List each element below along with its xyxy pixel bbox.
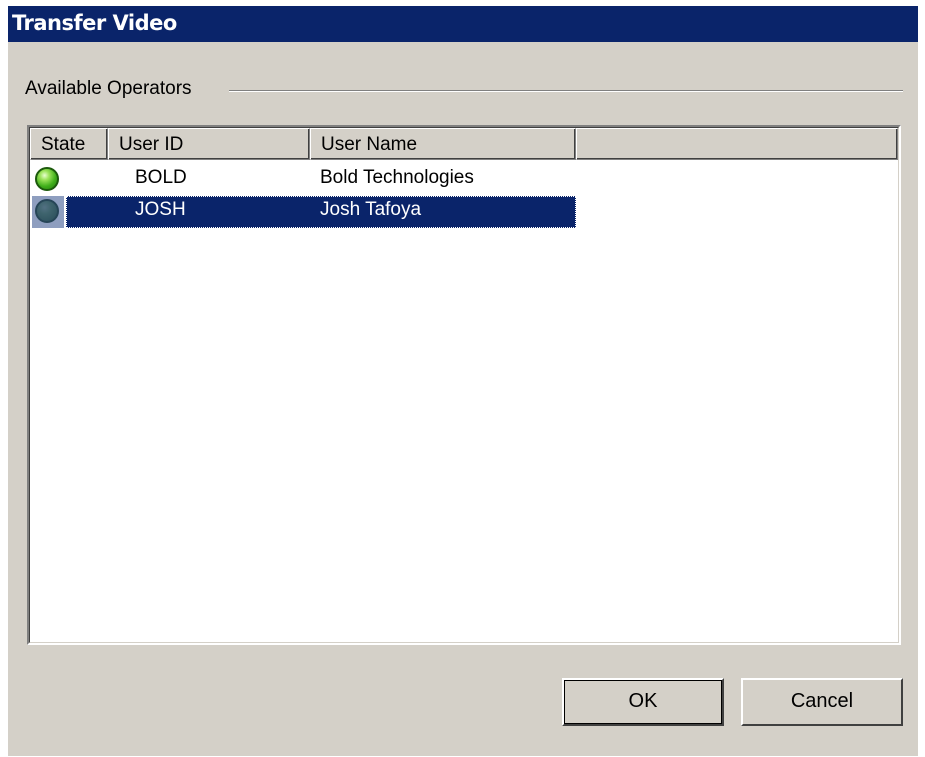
column-header-user-id[interactable]: User ID xyxy=(108,128,310,160)
icon-selection-overlay xyxy=(32,196,64,228)
column-header-state[interactable]: State xyxy=(30,128,108,160)
group-divider xyxy=(229,90,903,92)
window-title: Transfer Video xyxy=(12,11,177,35)
list-header: State User ID User Name xyxy=(30,128,898,160)
column-header-empty[interactable] xyxy=(576,128,898,160)
list-row-josh[interactable]: JOSH Josh Tafoya xyxy=(30,196,898,228)
user-id-cell: JOSH xyxy=(135,199,186,220)
available-operators-label: Available Operators xyxy=(25,78,192,99)
list-row-bold[interactable]: BOLD Bold Technologies xyxy=(30,164,898,196)
transfer-video-dialog: Transfer Video Available Operators State… xyxy=(8,6,918,756)
cancel-button[interactable]: Cancel xyxy=(741,678,903,726)
green-status-icon xyxy=(35,167,59,191)
ok-button[interactable]: OK xyxy=(562,678,724,726)
title-bar[interactable]: Transfer Video xyxy=(8,6,918,42)
column-header-user-name[interactable]: User Name xyxy=(310,128,576,160)
user-id-cell: BOLD xyxy=(135,167,187,188)
user-name-cell: Josh Tafoya xyxy=(320,199,422,220)
operators-list[interactable]: State User ID User Name BOLD Bold Techno… xyxy=(27,125,901,645)
user-name-cell: Bold Technologies xyxy=(320,167,474,188)
